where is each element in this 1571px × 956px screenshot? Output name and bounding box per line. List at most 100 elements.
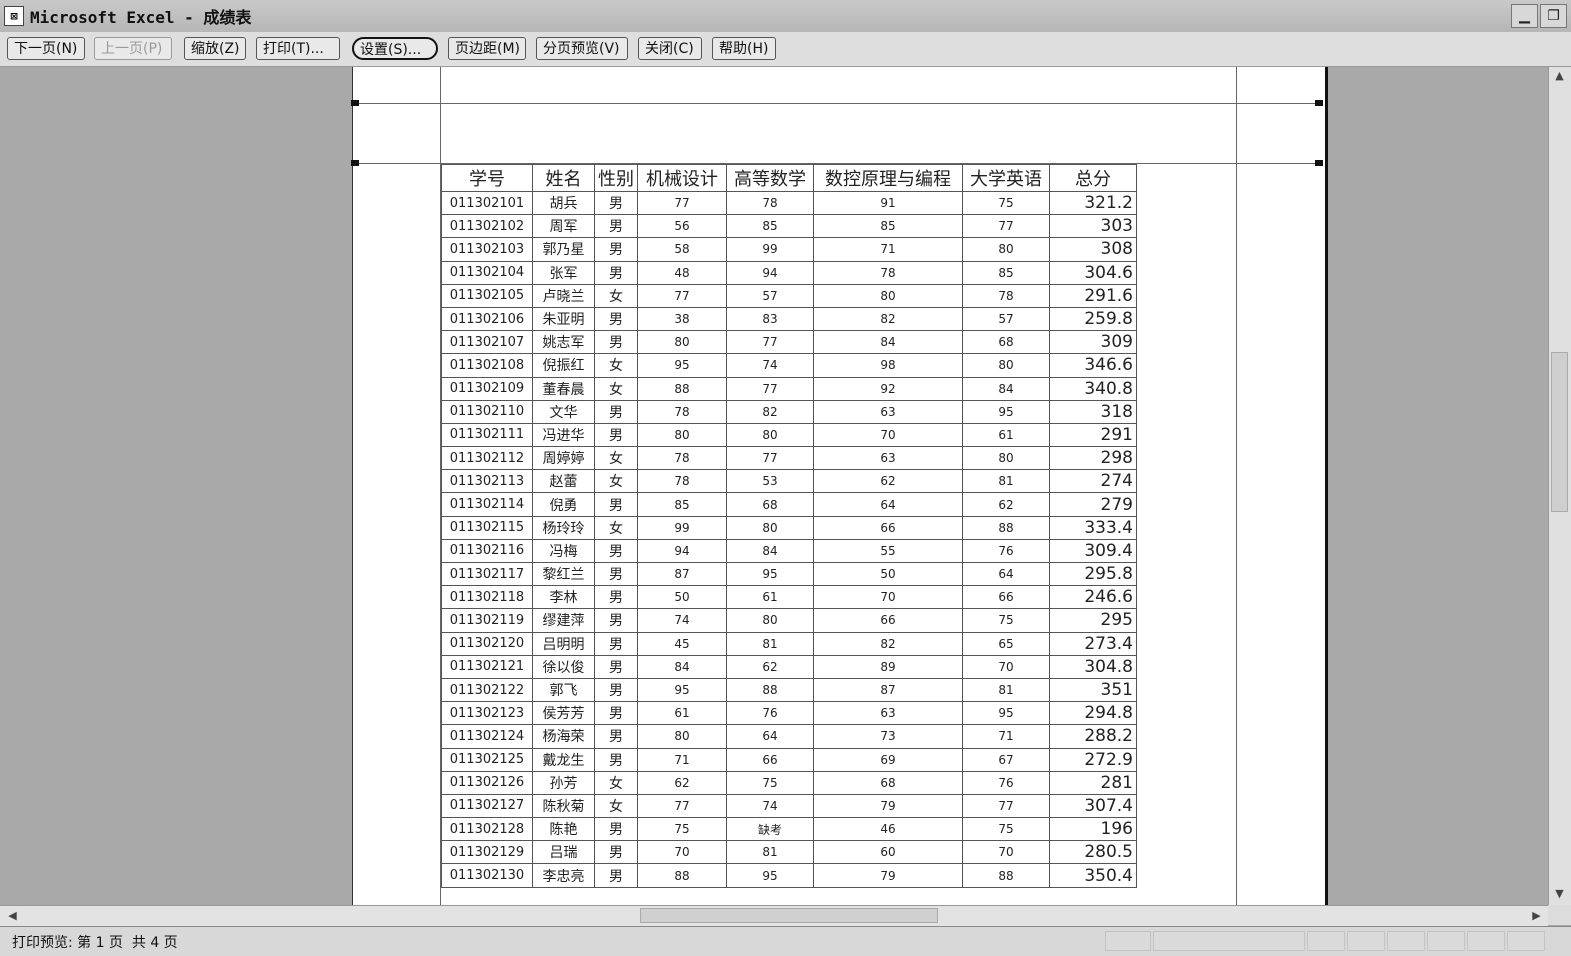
math-cell: 99 <box>726 237 814 262</box>
total-cell: 351 <box>1049 677 1137 703</box>
english-cell: 95 <box>962 701 1050 726</box>
header-margin-line[interactable] <box>353 103 1321 104</box>
math-cell: 83 <box>726 306 814 332</box>
name-cell: 李忠亮 <box>532 863 595 888</box>
math-cell: 61 <box>726 585 814 610</box>
previous-page-button: 上一页(P) <box>94 37 172 60</box>
margins-button[interactable]: 页边距(M) <box>448 37 526 60</box>
cnc-cell: 73 <box>813 724 963 749</box>
print-button[interactable]: 打印(T)... <box>256 37 340 60</box>
table-row: 011302129 吕瑞男 70 81 60 70 280.5 <box>441 840 1137 865</box>
status-pane <box>1507 931 1545 951</box>
total-cell: 280.5 <box>1049 840 1137 865</box>
scroll-up-arrow-icon[interactable]: ▲ <box>1549 67 1570 85</box>
margin-handle[interactable] <box>351 100 359 106</box>
total-cell: 340.8 <box>1049 376 1137 401</box>
table-row: 011302109 董春晨女 88 77 92 84 340.8 <box>441 376 1137 401</box>
english-cell: 70 <box>962 840 1050 865</box>
mech-design-cell: 38 <box>637 306 727 332</box>
status-pane <box>1467 931 1505 951</box>
gender-cell: 男 <box>594 677 638 703</box>
math-cell: 94 <box>726 260 814 285</box>
student-id-cell: 011302117 <box>441 561 533 587</box>
column-header: 机械设计 <box>637 164 727 192</box>
english-cell: 77 <box>962 214 1050 239</box>
print-page[interactable]: 学号 姓名 性别 机械设计 高等数学 数控原理与编程 大学英语 总分 011302101 胡兵男… <box>351 67 1328 905</box>
name-cell: 冯梅 <box>532 538 595 564</box>
mech-design-cell: 78 <box>637 399 727 424</box>
mech-design-cell: 85 <box>637 492 727 517</box>
preview-area: 学号 姓名 性别 机械设计 高等数学 数控原理与编程 大学英语 总分 011302101 胡兵男… <box>0 67 1548 905</box>
gender-cell: 男 <box>594 863 638 888</box>
restore-icon[interactable]: ❐ <box>1540 4 1567 28</box>
table-row: 011302113 赵蕾女 78 53 62 81 274 <box>441 469 1137 494</box>
mech-design-cell: 74 <box>637 608 727 633</box>
cnc-cell: 63 <box>813 701 963 726</box>
margin-handle[interactable] <box>1315 100 1323 106</box>
gender-cell: 男 <box>594 585 638 610</box>
status-pane <box>1347 931 1385 951</box>
table-row: 011302112 周婷婷女 78 77 63 80 298 <box>441 446 1137 471</box>
cnc-cell: 82 <box>813 306 963 332</box>
gender-cell: 男 <box>594 237 638 262</box>
student-id-cell: 011302101 <box>441 190 533 216</box>
gender-cell: 男 <box>594 747 638 772</box>
grades-table: 学号 姓名 性别 机械设计 高等数学 数控原理与编程 大学英语 总分 011302101 胡兵男… <box>441 164 1137 888</box>
total-cell: 304.8 <box>1049 654 1137 679</box>
table-row: 011302121 徐以俊男 84 62 89 70 304.8 <box>441 654 1137 679</box>
mech-design-cell: 50 <box>637 585 727 610</box>
vertical-scrollbar[interactable]: ▲ ▼ <box>1548 67 1571 905</box>
cnc-cell: 82 <box>813 631 963 656</box>
setup-button[interactable]: 设置(S)... <box>352 37 438 60</box>
horizontal-scroll-thumb[interactable] <box>640 908 938 923</box>
cnc-cell: 63 <box>813 399 963 424</box>
cnc-cell: 66 <box>813 608 963 633</box>
math-cell: 66 <box>726 747 814 772</box>
total-cell: 308 <box>1049 237 1137 262</box>
math-cell: 84 <box>726 538 814 564</box>
horizontal-scrollbar[interactable]: ◀ ▶ <box>0 905 1548 926</box>
student-id-cell: 011302123 <box>441 701 533 726</box>
status-pane <box>1307 931 1345 951</box>
table-row: 011302120 吕明明男 45 81 82 65 273.4 <box>441 631 1137 656</box>
mech-design-cell: 80 <box>637 422 727 448</box>
student-id-cell: 011302124 <box>441 724 533 749</box>
math-cell: 76 <box>726 701 814 726</box>
mech-design-cell: 80 <box>637 330 727 355</box>
gender-cell: 女 <box>594 446 638 471</box>
scroll-down-arrow-icon[interactable]: ▼ <box>1549 885 1570 903</box>
math-cell: 57 <box>726 283 814 308</box>
total-cell: 196 <box>1049 817 1137 842</box>
english-cell: 75 <box>962 817 1050 842</box>
zoom-button[interactable]: 缩放(Z) <box>184 37 246 60</box>
right-margin-line[interactable] <box>1236 67 1237 905</box>
name-cell: 侯芳芳 <box>532 701 595 726</box>
english-cell: 76 <box>962 770 1050 795</box>
help-button[interactable]: 帮助(H) <box>712 37 776 60</box>
excel-app-icon[interactable]: ⊠ <box>4 6 24 26</box>
close-button[interactable]: 关闭(C) <box>638 37 702 60</box>
cnc-cell: 87 <box>813 677 963 703</box>
name-cell: 张军 <box>532 260 595 285</box>
student-id-cell: 011302112 <box>441 446 533 471</box>
margin-handle[interactable] <box>1315 160 1323 166</box>
minimize-icon[interactable]: ▁ <box>1511 4 1538 28</box>
margin-handle[interactable] <box>351 160 359 166</box>
scroll-right-arrow-icon[interactable]: ▶ <box>1526 907 1547 925</box>
gender-cell: 男 <box>594 608 638 633</box>
total-cell: 274 <box>1049 469 1137 494</box>
cnc-cell: 62 <box>813 469 963 494</box>
math-cell: 77 <box>726 446 814 471</box>
table-row: 011302114 倪勇男 85 68 64 62 279 <box>441 492 1137 517</box>
table-row: 011302119 缪建萍男 74 80 66 75 295 <box>441 608 1137 633</box>
next-page-button[interactable]: 下一页(N) <box>7 37 85 60</box>
math-cell: 85 <box>726 214 814 239</box>
status-pane <box>1153 931 1305 951</box>
page-break-preview-button[interactable]: 分页预览(V) <box>536 37 628 60</box>
student-id-cell: 011302109 <box>441 376 533 401</box>
scroll-left-arrow-icon[interactable]: ◀ <box>2 907 23 925</box>
english-cell: 75 <box>962 190 1050 216</box>
total-cell: 281 <box>1049 770 1137 795</box>
table-row: 011302108 倪振红女 95 74 98 80 346.6 <box>441 353 1137 378</box>
vertical-scroll-thumb[interactable] <box>1551 352 1568 512</box>
